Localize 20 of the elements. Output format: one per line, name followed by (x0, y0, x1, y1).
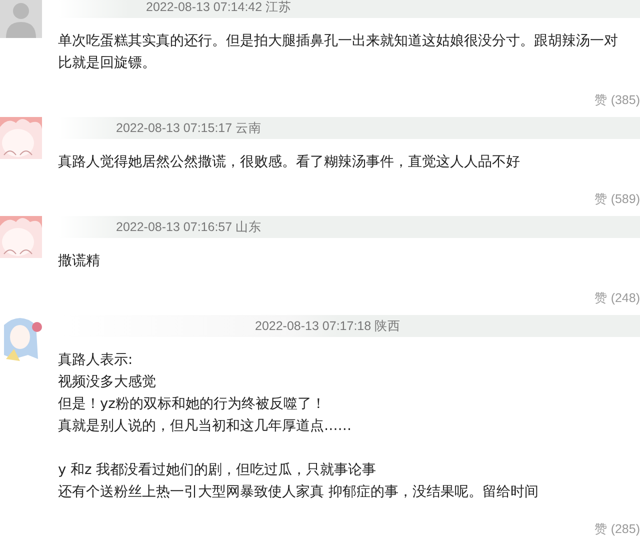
like-button[interactable]: 赞 (589) (594, 190, 640, 208)
avatar-icon (0, 216, 42, 258)
comment-text: 真路人觉得她居然公然撒谎，很败感。看了糊辣汤事件，直觉这人人品不好 (58, 153, 521, 172)
comment-time: 2022-08-13 07:17:18 陕西 (255, 318, 401, 334)
comment-text: 但是！yz粉的双标和她的行为终被反噬了！ (58, 395, 326, 414)
comment-time: 2022-08-13 07:14:42 江苏 (146, 0, 292, 16)
comment-time: 2022-08-13 07:15:17 云南 (116, 120, 262, 136)
comment-text: 还有个送粉丝上热一引大型网暴致使人家真 抑郁症的事，没结果呢。留给时间 (58, 483, 540, 502)
comment-text: y 和z 我都没看过她们的剧，但吃过瓜，只就事论事 (58, 461, 378, 480)
comment-text: 真就是别人说的，但凡当初和这几年厚道点…… (58, 417, 353, 436)
like-button[interactable]: 赞 (248) (594, 289, 640, 307)
comment-time: 2022-08-13 07:16:57 山东 (116, 218, 262, 236)
comment-text: 视频没多大感觉 (58, 373, 157, 392)
comment-text: 撒谎精 (58, 252, 101, 271)
avatar-icon (0, 0, 42, 38)
comment-text: 真路人表示: (58, 351, 134, 370)
comment-text: 单次吃蛋糕其实真的还行。但是拍大腿插鼻孔一出来就知道这姑娘很没分寸。跟胡辣汤一对比就是回旋镖。 (58, 32, 619, 73)
like-button[interactable]: 赞 (385) (594, 91, 640, 109)
like-button[interactable]: 赞 (285) (594, 520, 640, 538)
avatar-icon (0, 117, 42, 159)
